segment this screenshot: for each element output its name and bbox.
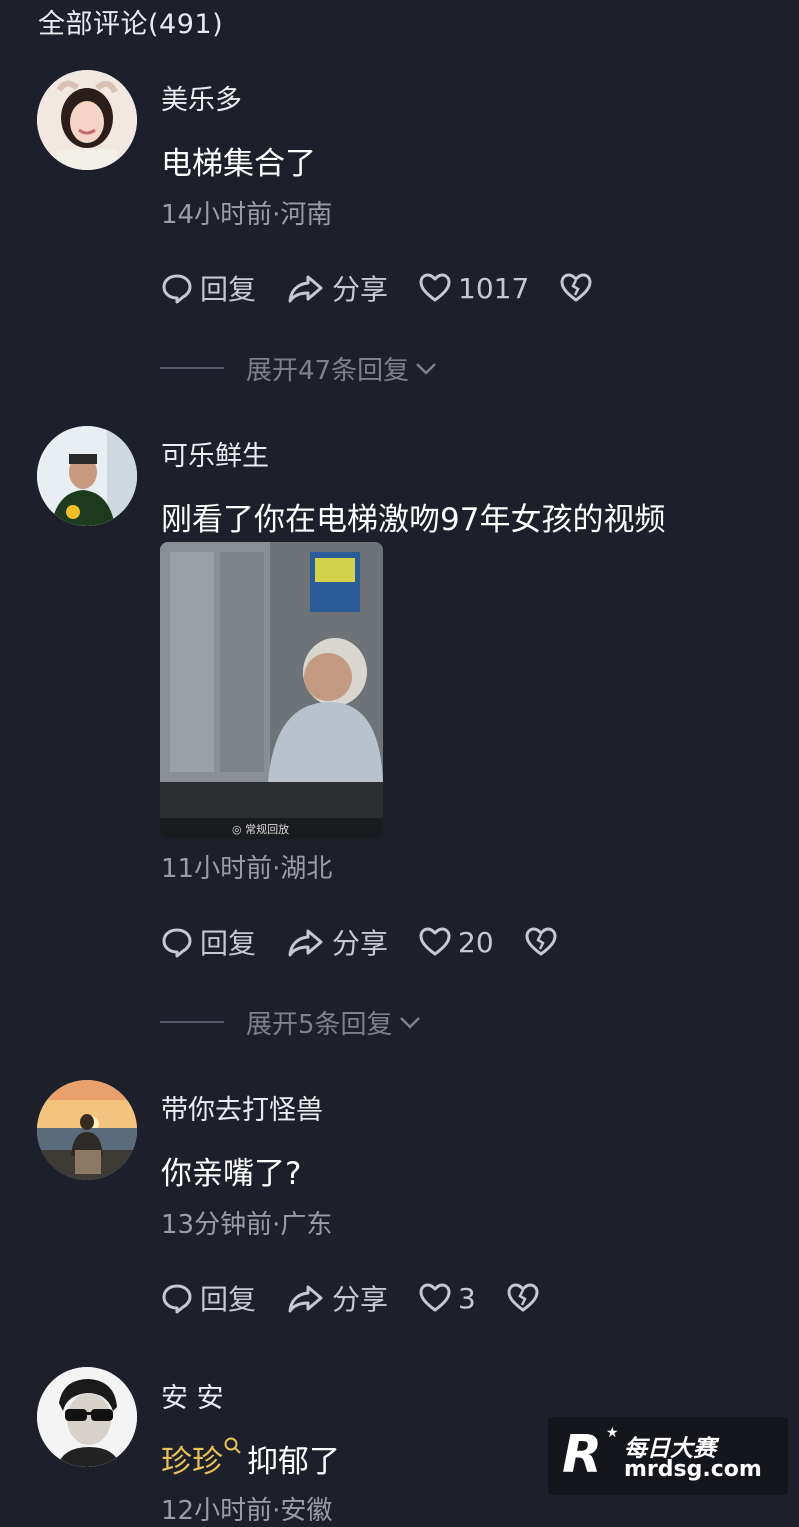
comment-username[interactable]: 可乐鲜生 (161, 434, 269, 473)
comment-text: 电梯集合了 (161, 146, 316, 182)
reply-icon (162, 1284, 192, 1314)
comment-actions: 回复 分享 20 (160, 922, 594, 962)
comments-count-title: 全部评论(491) (38, 9, 224, 40)
like-count: 3 (458, 1281, 476, 1315)
dislike-button[interactable] (559, 271, 599, 305)
reply-icon (162, 928, 192, 958)
like-button[interactable]: 20 (418, 925, 494, 959)
share-label: 分享 (332, 273, 389, 306)
comment-actions: 回复 分享 1017 (160, 268, 629, 308)
reply-button[interactable]: 回复 (160, 922, 256, 962)
share-button[interactable]: 分享 (286, 268, 388, 308)
comment-meta: 14小时前·河南 (161, 200, 333, 230)
dislike-button[interactable] (506, 1281, 546, 1315)
mention-link[interactable]: 珍珍 (161, 1444, 223, 1480)
watermark-logo: R ★ 每日大赛 mrdsg.com (548, 1417, 788, 1495)
image-caption: ◎ 常规回放 (232, 822, 289, 836)
comment-meta: 11小时前·湖北 (161, 854, 333, 884)
reply-button[interactable]: 回复 (160, 268, 256, 308)
share-icon (288, 1285, 323, 1313)
comment-text: 刚看了你在电梯激吻97年女孩的视频 (161, 502, 666, 538)
share-button[interactable]: 分享 (286, 922, 388, 962)
dislike-button[interactable] (524, 925, 564, 959)
reply-label: 回复 (200, 1283, 257, 1316)
avatar[interactable] (37, 426, 137, 526)
chevron-down-icon (416, 363, 436, 375)
avatar[interactable] (37, 1367, 137, 1467)
heart-icon (419, 927, 451, 956)
like-button[interactable]: 1017 (418, 271, 529, 305)
divider-line (160, 367, 224, 369)
share-button[interactable]: 分享 (286, 1278, 388, 1318)
expand-replies-label: 展开47条回复 (246, 355, 410, 386)
avatar[interactable] (37, 1080, 137, 1180)
divider-line (160, 1021, 224, 1023)
broken-heart-icon (525, 927, 557, 956)
like-button[interactable]: 3 (418, 1281, 476, 1315)
search-icon (224, 1437, 241, 1454)
avatar[interactable] (37, 70, 137, 170)
reply-label: 回复 (200, 927, 257, 960)
like-count: 20 (458, 925, 494, 959)
share-label: 分享 (332, 927, 389, 960)
watermark-letter: R (562, 1425, 603, 1485)
comment-text-body: 抑郁了 (247, 1444, 340, 1480)
comment-text: 珍珍 抑郁了 (161, 1436, 340, 1481)
expand-replies-button[interactable]: 展开5条回复 (160, 1004, 423, 1040)
share-icon (288, 275, 323, 303)
comment-actions: 回复 分享 3 (160, 1278, 576, 1318)
chevron-down-icon (399, 1017, 420, 1029)
heart-icon (419, 273, 451, 302)
heart-icon (419, 1283, 451, 1312)
comment-text: 你亲嘴了? (161, 1156, 302, 1192)
broken-heart-icon (560, 273, 592, 302)
reply-icon (162, 274, 192, 304)
reply-button[interactable]: 回复 (160, 1278, 256, 1318)
broken-heart-icon (507, 1283, 539, 1312)
reply-label: 回复 (200, 273, 257, 306)
comment-meta: 13分钟前·广东 (161, 1210, 333, 1240)
comment-username[interactable]: 安 安 (161, 1376, 224, 1415)
watermark-url: mrdsg.com (624, 1457, 762, 1482)
comment-meta: 12小时前·安徽 (161, 1496, 333, 1526)
comment-username[interactable]: 美乐多 (161, 78, 242, 117)
share-label: 分享 (332, 1283, 389, 1316)
comment-username[interactable]: 带你去打怪兽 (161, 1088, 323, 1127)
like-count: 1017 (458, 271, 530, 305)
star-icon: ★ (606, 1425, 619, 1441)
expand-replies-label: 展开5条回复 (246, 1009, 393, 1040)
comment-image[interactable]: ◎ 常规回放 (160, 542, 383, 839)
share-icon (288, 929, 323, 957)
expand-replies-button[interactable]: 展开47条回复 (160, 350, 439, 386)
